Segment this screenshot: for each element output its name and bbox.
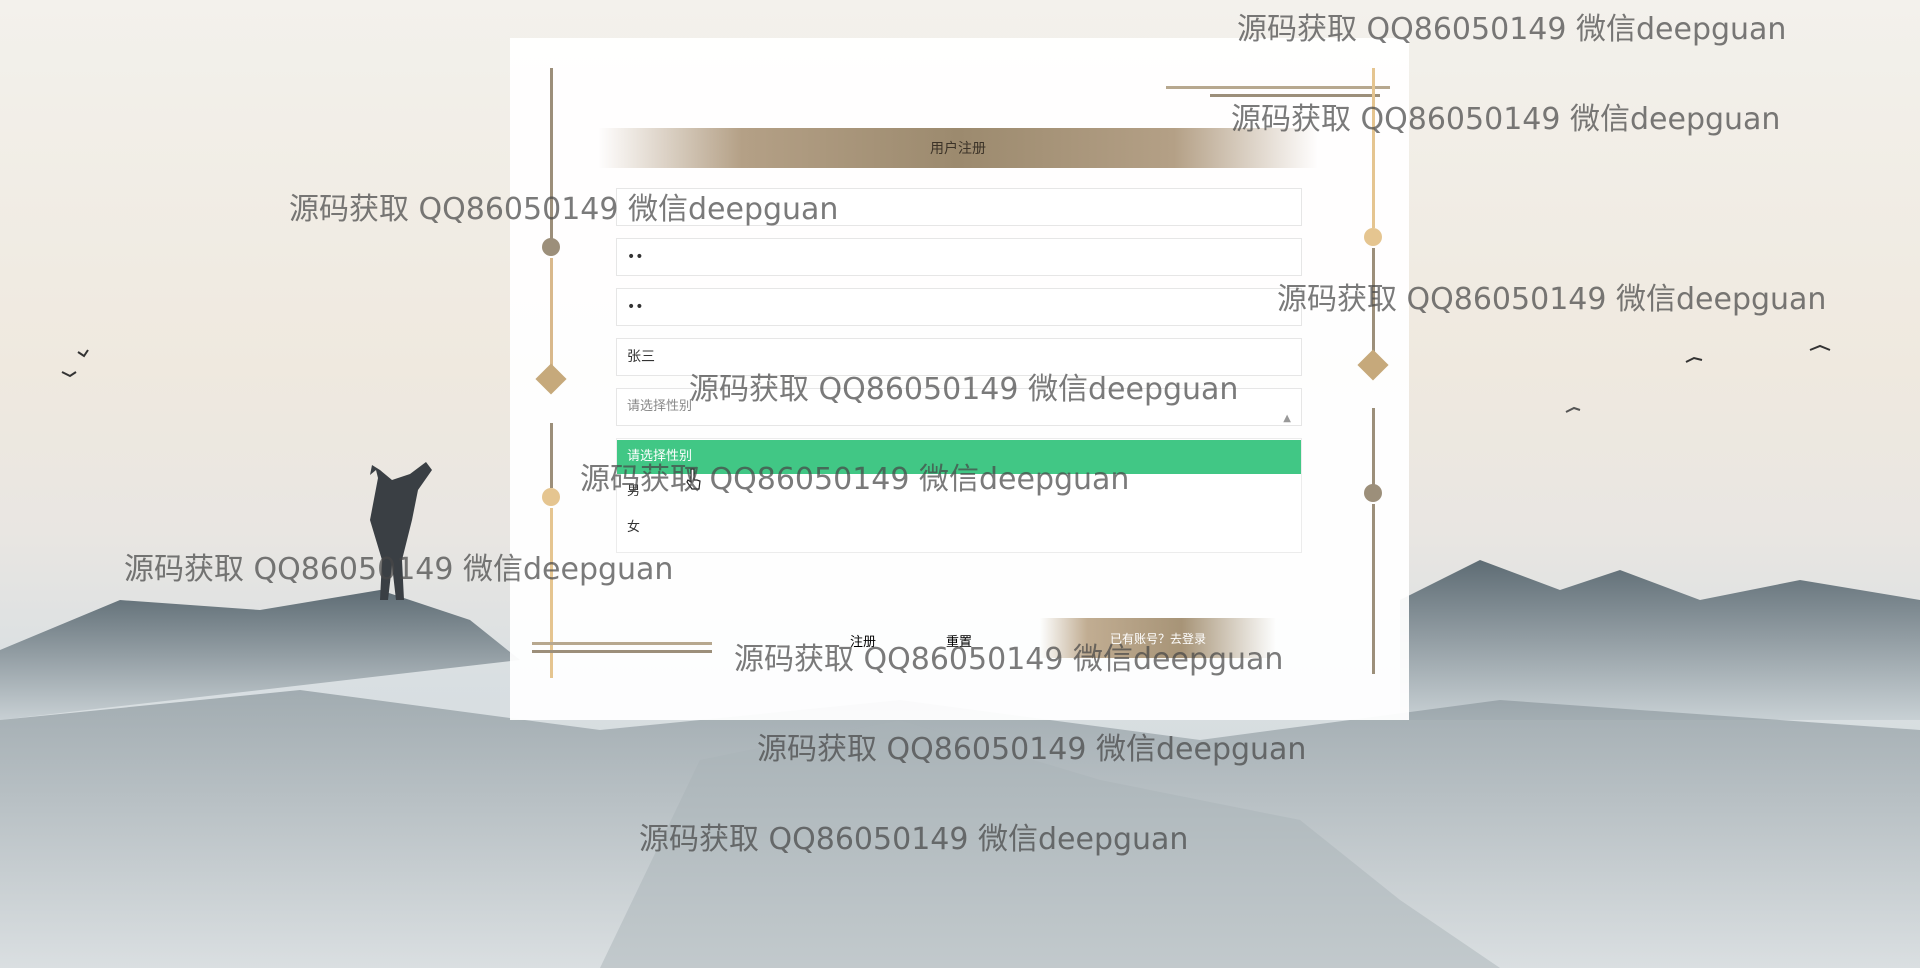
top-right-rule-2	[1210, 94, 1380, 97]
login-link[interactable]: 已有账号？去登录	[1040, 618, 1276, 658]
gender-select-value: 请选择性别	[627, 399, 693, 414]
left-frame-line-top	[550, 68, 553, 248]
gender-option-female[interactable]: 女	[617, 510, 1301, 546]
bottom-left-rule-2	[532, 650, 712, 653]
right-frame-line-lower	[1372, 408, 1375, 488]
name-input[interactable]: 张三	[616, 338, 1302, 376]
bottom-left-rule-1	[532, 642, 712, 645]
right-dot-top	[1364, 228, 1382, 246]
right-frame-line-top	[1372, 68, 1375, 228]
right-frame-line-bottom	[1372, 504, 1375, 674]
register-card: 用户注册 •• •• 张三 请选择性别 ▲ 请选择性别 男 女 注册 重置 已有…	[510, 38, 1409, 720]
diamond-ornament-icon	[1357, 349, 1389, 381]
confirm-password-input[interactable]: ••	[616, 288, 1302, 326]
password-input[interactable]: ••	[616, 238, 1302, 276]
gender-dropdown: 请选择性别 男 女	[616, 438, 1302, 553]
left-frame-line-lower	[550, 423, 553, 488]
reset-button[interactable]: 重置	[940, 630, 978, 651]
top-right-rule-1	[1166, 86, 1390, 89]
account-input[interactable]	[616, 188, 1302, 226]
gender-option-placeholder[interactable]: 请选择性别	[617, 440, 1301, 474]
diamond-ornament-icon	[535, 363, 567, 395]
register-button[interactable]: 注册	[844, 630, 882, 651]
form-title: 用户注册	[598, 128, 1318, 168]
select-arrow-icon: ▲	[1283, 413, 1291, 424]
gender-select[interactable]: 请选择性别 ▲	[616, 388, 1302, 426]
right-frame-line-mid	[1372, 248, 1375, 358]
gender-option-male[interactable]: 男	[617, 474, 1301, 510]
hiker-silhouette	[370, 462, 432, 600]
cursor-icon	[686, 468, 701, 490]
left-dot-top	[542, 238, 560, 256]
right-dot-bottom	[1364, 484, 1382, 502]
left-dot-bottom	[542, 488, 560, 506]
left-frame-line-mid	[550, 258, 553, 368]
